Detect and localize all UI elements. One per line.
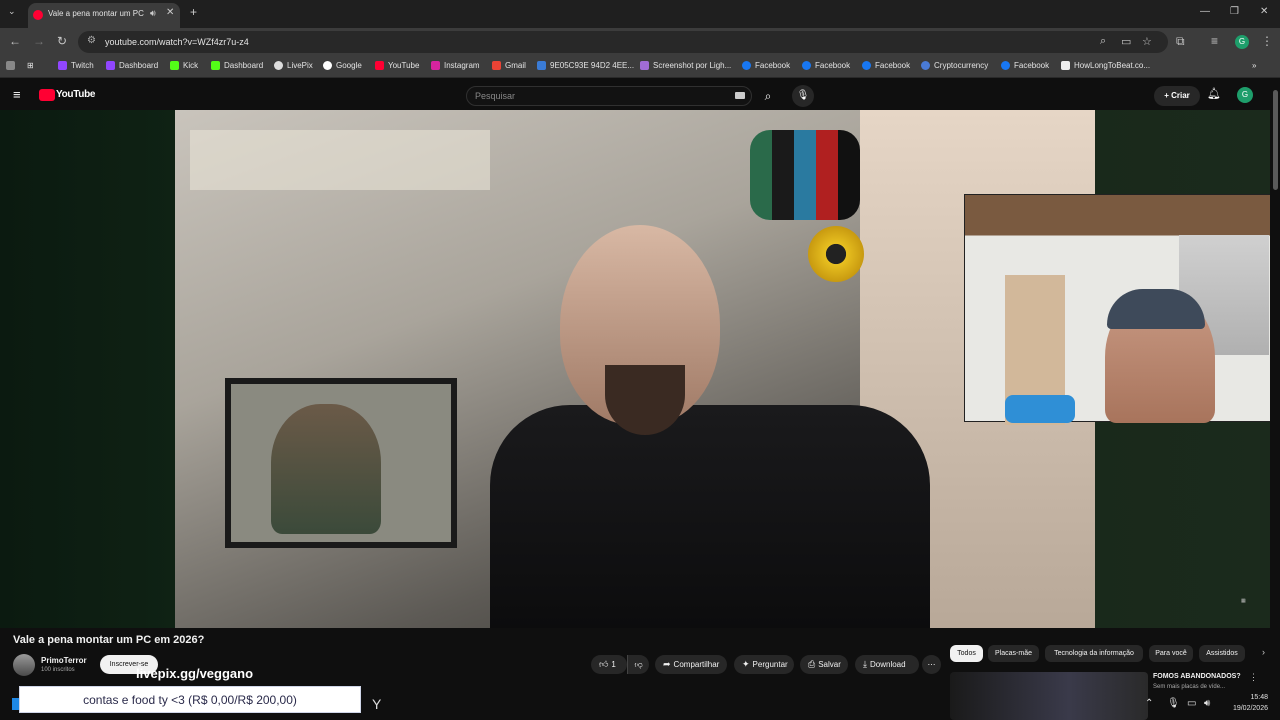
bookmark-cryptocurrency[interactable]: Cryptocurrency — [921, 61, 988, 70]
bookmark-star-icon[interactable]: ☆ — [1142, 35, 1152, 48]
new-tab-icon[interactable]: + — [190, 5, 197, 19]
tab-strip: ⌄ Vale a pena montar um PC 🔊︎ ✕ + — ❐ ✕ — [0, 0, 1280, 28]
bookmark-screenshot[interactable]: Screenshot por Ligh... — [640, 61, 731, 70]
bookmark-twitch[interactable]: Twitch — [58, 61, 94, 70]
video-title: Vale a pena montar um PC em 2026? — [13, 634, 205, 646]
bookmark-icon: ⎙ — [808, 659, 816, 669]
youtube-favicon-icon — [33, 10, 43, 20]
subscriber-count: 100 inscritos — [41, 667, 75, 673]
site-info-icon[interactable]: ⚙ — [87, 35, 96, 46]
bookmark-howlongtobeat[interactable]: HowLongToBeat.co... — [1061, 61, 1150, 70]
bookmark-facebook-4[interactable]: Facebook — [1001, 61, 1049, 70]
bookmark-instagram[interactable]: Instagram — [431, 61, 480, 70]
download-button[interactable]: ⤓ Download — [855, 655, 919, 674]
keyboard-icon[interactable] — [735, 92, 745, 99]
reload-icon[interactable]: ↻ — [57, 34, 67, 48]
dislike-button[interactable]: 👎︎ — [627, 655, 649, 674]
thumbs-up-icon: 👍︎ — [599, 659, 609, 669]
bookmark-dashboard-1[interactable]: Dashboard — [106, 61, 158, 70]
user-avatar[interactable]: G — [1237, 87, 1253, 103]
bookmark-facebook-3[interactable]: Facebook — [862, 61, 910, 70]
like-button[interactable]: 👍︎ 1 — [591, 655, 627, 674]
bookmark-facebook-1[interactable]: Facebook — [742, 61, 790, 70]
share-icon: ➦ — [663, 659, 671, 669]
apps-icon[interactable] — [6, 61, 15, 70]
download-icon: ⤓ — [863, 659, 867, 669]
taskbar-app-icon[interactable]: Y — [372, 696, 381, 712]
video-presenter — [490, 225, 930, 628]
video-scene-monitor — [225, 378, 457, 548]
tab-active[interactable]: Vale a pena montar um PC 🔊︎ ✕ — [28, 3, 180, 28]
menu-dots-icon[interactable]: ⋮ — [1261, 34, 1273, 48]
bookmark-gmail[interactable]: Gmail — [492, 61, 526, 70]
video-scene-filaments — [750, 130, 860, 220]
bookmark-id[interactable]: 9E05C93E 94D2 4EE... — [537, 61, 634, 70]
video-scene-shelf — [190, 130, 490, 190]
save-button[interactable]: ⎙ Salvar — [800, 655, 848, 674]
more-bookmarks-icon[interactable]: » — [1252, 61, 1256, 70]
close-tab-icon[interactable]: ✕ — [166, 7, 174, 18]
bookmark-facebook-2[interactable]: Facebook — [802, 61, 850, 70]
zoom-icon[interactable]: ⌕ — [1100, 35, 1106, 48]
tab-search-icon[interactable]: ⌄ — [8, 6, 16, 17]
youtube-logo-text[interactable]: YouTube — [56, 89, 96, 100]
ask-button[interactable]: ✦ Perguntar — [734, 655, 794, 674]
cast-icon[interactable]: ▭ — [1121, 35, 1131, 48]
microphone-icon[interactable]: 🎙︎ — [792, 85, 814, 107]
clock-time[interactable]: 15:48 — [1238, 694, 1268, 701]
livepix-overlay-text: livepix.gg/veggano — [136, 666, 254, 681]
chip-all[interactable]: Todos — [950, 645, 983, 662]
sparkle-icon: ✦ — [742, 659, 750, 669]
tray-mic-icon[interactable]: 🎙︎ — [1167, 698, 1180, 709]
bookmark-youtube[interactable]: YouTube — [375, 61, 419, 70]
youtube-logo-icon[interactable] — [39, 89, 55, 101]
forward-icon[interactable]: → — [33, 34, 45, 48]
donation-goal-bar: contas e food ty <3 (R$ 0,00/R$ 200,00) — [19, 686, 361, 713]
address-bar[interactable]: ⚙ youtube.com/watch?v=WZf4zr7u-z4 ⌕ ▭ ☆ — [78, 31, 1168, 53]
profile-avatar[interactable]: G — [1235, 35, 1249, 49]
url-text: youtube.com/watch?v=WZf4zr7u-z4 — [105, 37, 249, 47]
tray-display-icon[interactable]: ▭ — [1187, 698, 1196, 709]
minimize-icon[interactable]: — — [1200, 6, 1210, 17]
chip-watched[interactable]: Assistidos — [1199, 645, 1245, 662]
audio-icon[interactable]: 🔊︎ — [150, 8, 156, 19]
back-icon[interactable]: ← — [9, 34, 21, 48]
video-watermark-icon: ▦ — [1241, 598, 1246, 604]
create-button[interactable]: + Criar — [1154, 86, 1200, 106]
recommendation-menu-icon[interactable]: ⋮ — [1249, 672, 1258, 683]
bookmark-kick[interactable]: Kick — [170, 61, 198, 70]
bookmark-livepix[interactable]: LivePix — [274, 61, 313, 70]
chip-motherboards[interactable]: Placas-mãe — [988, 645, 1039, 662]
share-button[interactable]: ➦ Compartilhar — [655, 655, 727, 674]
grid-icon[interactable]: ⊞ — [27, 61, 34, 70]
navigation-bar: ← → ↻ ⚙ youtube.com/watch?v=WZf4zr7u-z4 … — [0, 28, 1280, 56]
more-actions-icon[interactable]: ⋯ — [922, 655, 941, 674]
chip-for-you[interactable]: Para você — [1149, 645, 1193, 662]
channel-avatar[interactable] — [13, 654, 35, 676]
search-icon[interactable]: ⌕ — [754, 86, 782, 106]
tab-title: Vale a pena montar um PC — [48, 9, 144, 18]
recommendation-title[interactable]: FOMOS ABANDONADOS? — [1153, 673, 1241, 680]
clock-date[interactable]: 19/02/2026 — [1222, 705, 1268, 712]
webcam-overlay — [964, 194, 1270, 425]
chevron-right-icon[interactable]: › — [1262, 647, 1265, 657]
restore-icon[interactable]: ❐ — [1230, 6, 1239, 17]
search-input[interactable]: Pesquisar — [466, 86, 752, 106]
tray-volume-icon[interactable]: 🔊︎ — [1204, 698, 1210, 709]
close-window-icon[interactable]: ✕ — [1260, 6, 1268, 17]
reading-list-icon[interactable]: ≡ — [1211, 34, 1218, 48]
hamburger-menu-icon[interactable]: ≡ — [13, 87, 21, 102]
bookmarks-bar: ⊞ Twitch Dashboard Kick Dashboard LivePi… — [0, 56, 1280, 78]
tray-chevron-icon[interactable]: ⌃ — [1145, 698, 1153, 709]
extensions-icon[interactable]: ⧉ — [1176, 34, 1185, 49]
bookmark-google[interactable]: Google — [323, 61, 362, 70]
scrollbar-thumb[interactable] — [1273, 90, 1278, 190]
channel-name[interactable]: PrimoTerror — [41, 656, 87, 665]
video-player[interactable] — [0, 110, 1270, 628]
chip-it[interactable]: Tecnologia da informação — [1045, 645, 1143, 662]
youtube-header: ≡ YouTube Pesquisar ⌕ 🎙︎ + Criar 🔔︎ G — [0, 78, 1280, 112]
bookmark-dashboard-2[interactable]: Dashboard — [211, 61, 263, 70]
notifications-bell-icon[interactable]: 🔔︎ — [1207, 87, 1221, 100]
thumbs-down-icon: 👎︎ — [634, 660, 643, 669]
